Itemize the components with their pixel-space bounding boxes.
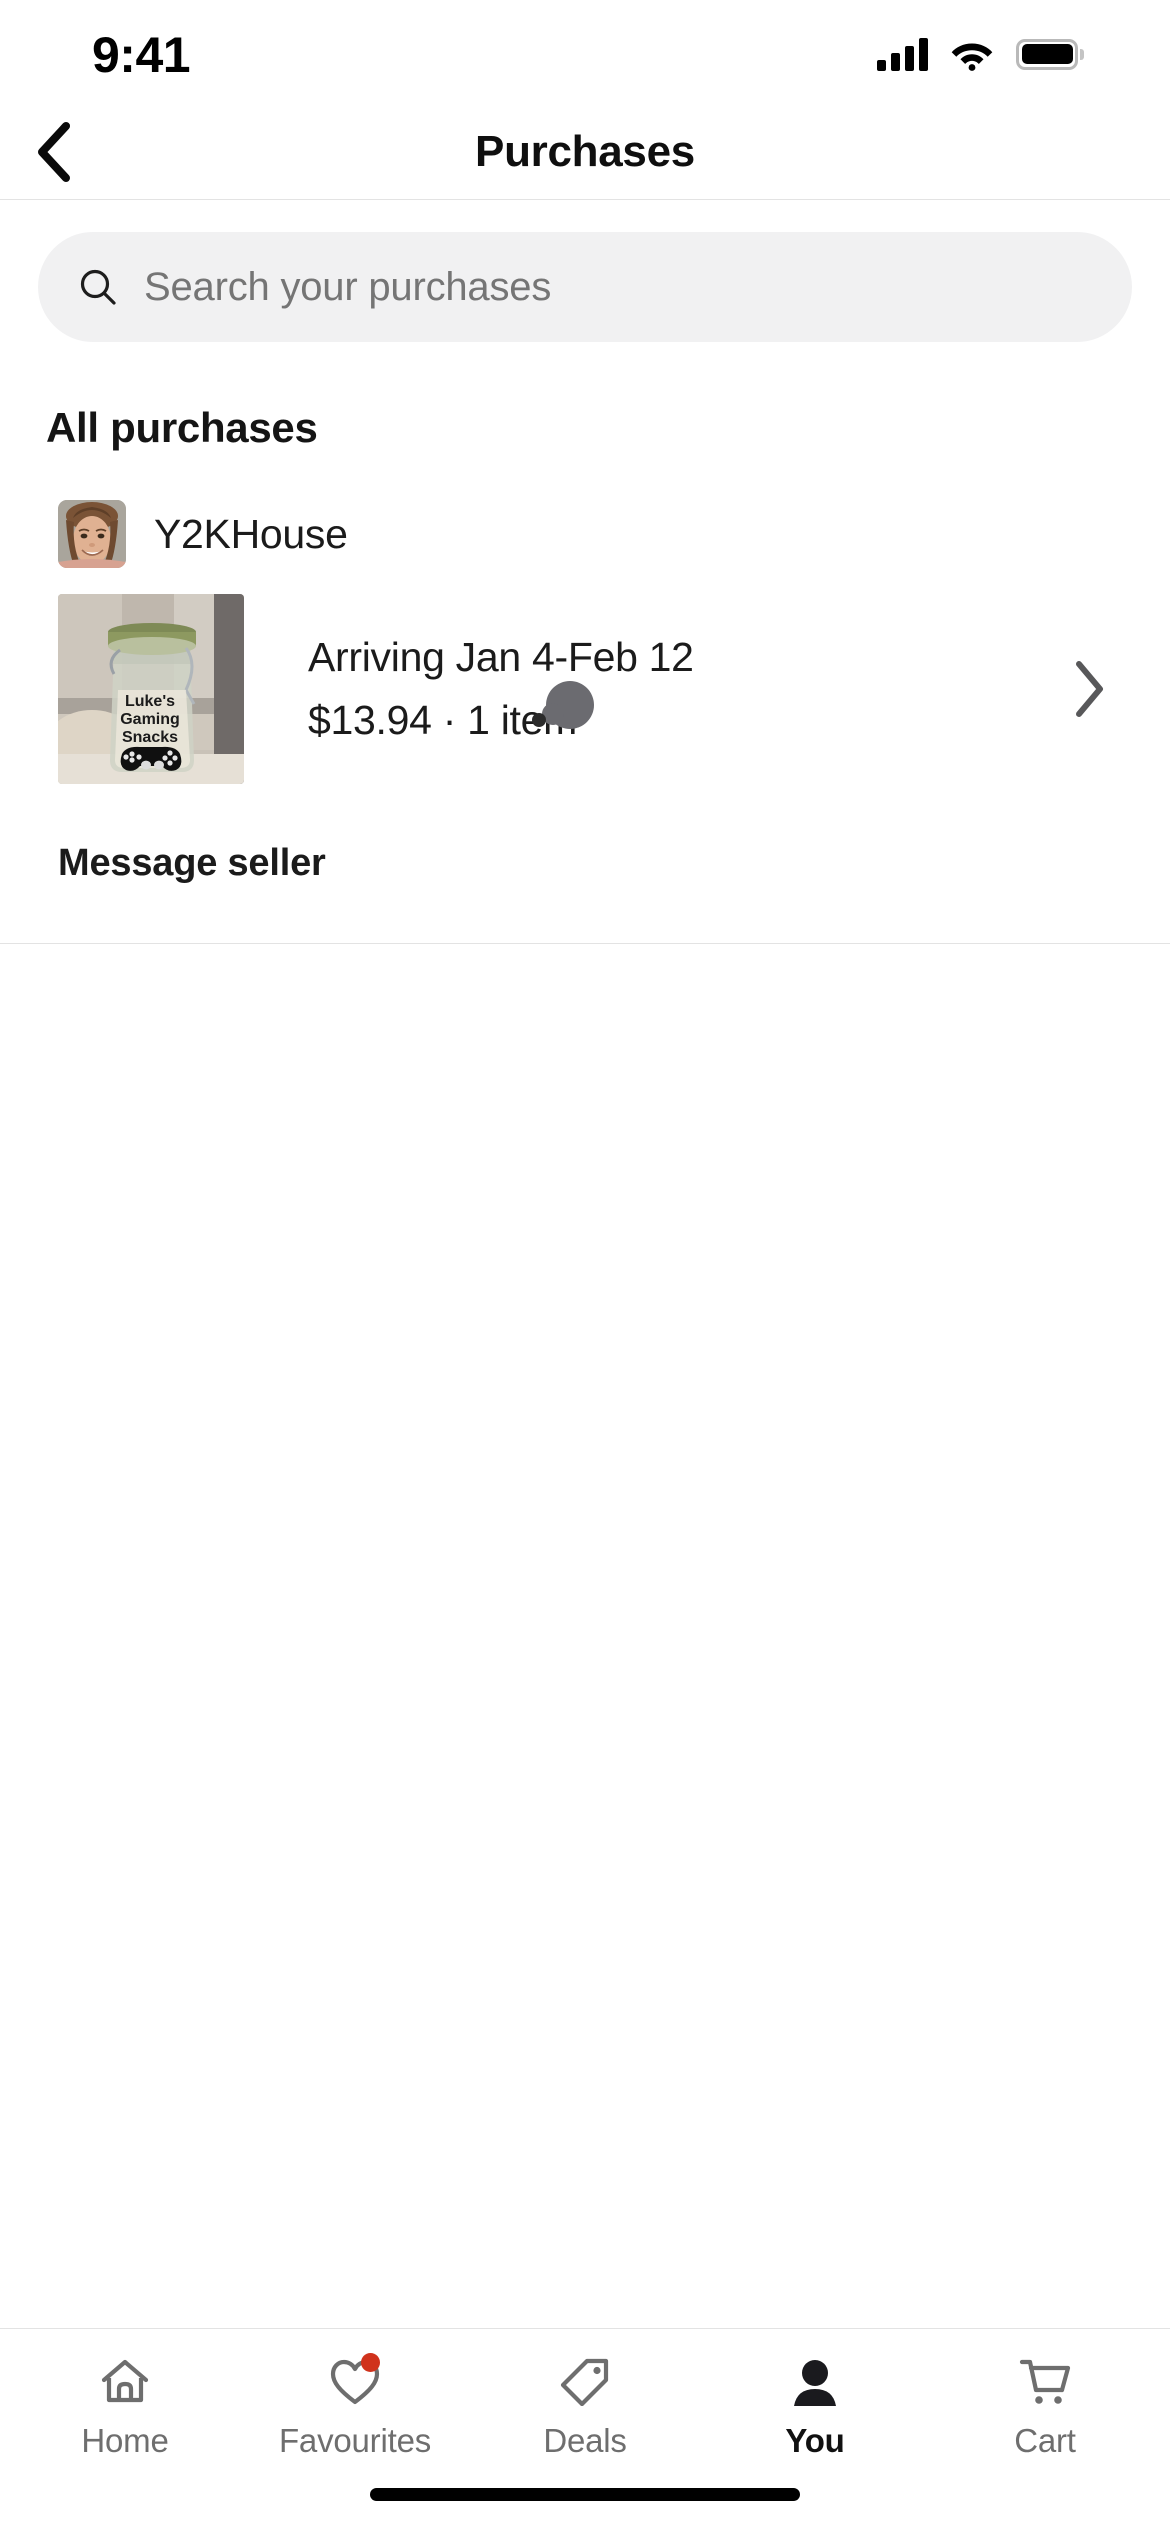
tab-favourites[interactable]: Favourites — [240, 2353, 470, 2460]
tab-deals-label: Deals — [543, 2422, 627, 2459]
tab-you[interactable]: You — [700, 2355, 930, 2460]
search-input[interactable]: Search your purchases — [38, 232, 1132, 342]
tag-icon — [557, 2355, 613, 2409]
status-bar-time: 9:41 — [92, 27, 191, 83]
navigation-bar: Purchases — [0, 104, 1170, 200]
svg-text:Snacks: Snacks — [122, 729, 178, 746]
product-thumbnail: Luke's Gaming Snacks — [58, 594, 244, 784]
delivery-status: Arriving Jan 4-Feb 12 — [308, 634, 694, 680]
battery-full-icon — [1016, 38, 1084, 70]
svg-text:Gaming: Gaming — [120, 711, 180, 728]
order-price-and-count: $13.94 · 1 item — [308, 697, 577, 743]
page-title: Purchases — [475, 126, 695, 176]
order-details: Arriving Jan 4-Feb 12 $13.94 · 1 item — [278, 637, 1024, 741]
seller-row[interactable]: Y2KHouse — [0, 452, 1170, 568]
person-icon — [787, 2355, 843, 2409]
order-detail-chevron[interactable] — [1058, 658, 1120, 720]
tab-you-label: You — [785, 2422, 845, 2459]
home-indicator[interactable] — [370, 2488, 800, 2501]
back-button[interactable] — [16, 115, 90, 189]
product-photo-gaming-snacks-jar: Luke's Gaming Snacks — [58, 594, 244, 784]
tab-cart-label: Cart — [1014, 2422, 1076, 2459]
favourites-badge-dot — [361, 2353, 380, 2372]
chevron-right-icon — [1076, 661, 1103, 717]
home-indicator-area — [0, 2468, 1170, 2532]
search-section: Search your purchases — [0, 200, 1170, 342]
section-title-all-purchases: All purchases — [46, 404, 318, 451]
phone-screen: 9:41 Purchases Search your purchases All… — [0, 0, 1170, 2532]
seller-name: Y2KHouse — [154, 510, 348, 557]
shopping-cart-icon — [1017, 2355, 1073, 2409]
wifi-icon — [951, 43, 993, 71]
tab-favourites-label: Favourites — [278, 2422, 432, 2459]
svg-text:Luke's: Luke's — [125, 693, 175, 710]
avatar — [58, 500, 126, 568]
search-icon — [80, 269, 116, 305]
message-seller-container: Message seller — [0, 784, 1170, 885]
message-seller-button[interactable]: Message seller — [0, 784, 364, 885]
status-bar: 9:41 — [0, 0, 1170, 104]
search-placeholder: Search your purchases — [144, 264, 552, 309]
heart-icon — [327, 2353, 383, 2409]
status-bar-indicators — [877, 37, 1084, 71]
seller-avatar-photo — [58, 500, 126, 568]
tab-cart[interactable]: Cart — [930, 2355, 1160, 2460]
tab-home-label: Home — [81, 2422, 169, 2459]
bottom-tab-bar: Home Favourites Deals You Cart — [0, 2328, 1170, 2468]
chevron-left-icon — [38, 121, 70, 182]
home-icon — [97, 2355, 153, 2409]
tab-home[interactable]: Home — [10, 2355, 240, 2460]
cellular-signal-icon — [877, 37, 928, 71]
order-row[interactable]: Luke's Gaming Snacks Arriving Jan 4-Feb … — [0, 568, 1170, 784]
tab-deals[interactable]: Deals — [470, 2355, 700, 2460]
